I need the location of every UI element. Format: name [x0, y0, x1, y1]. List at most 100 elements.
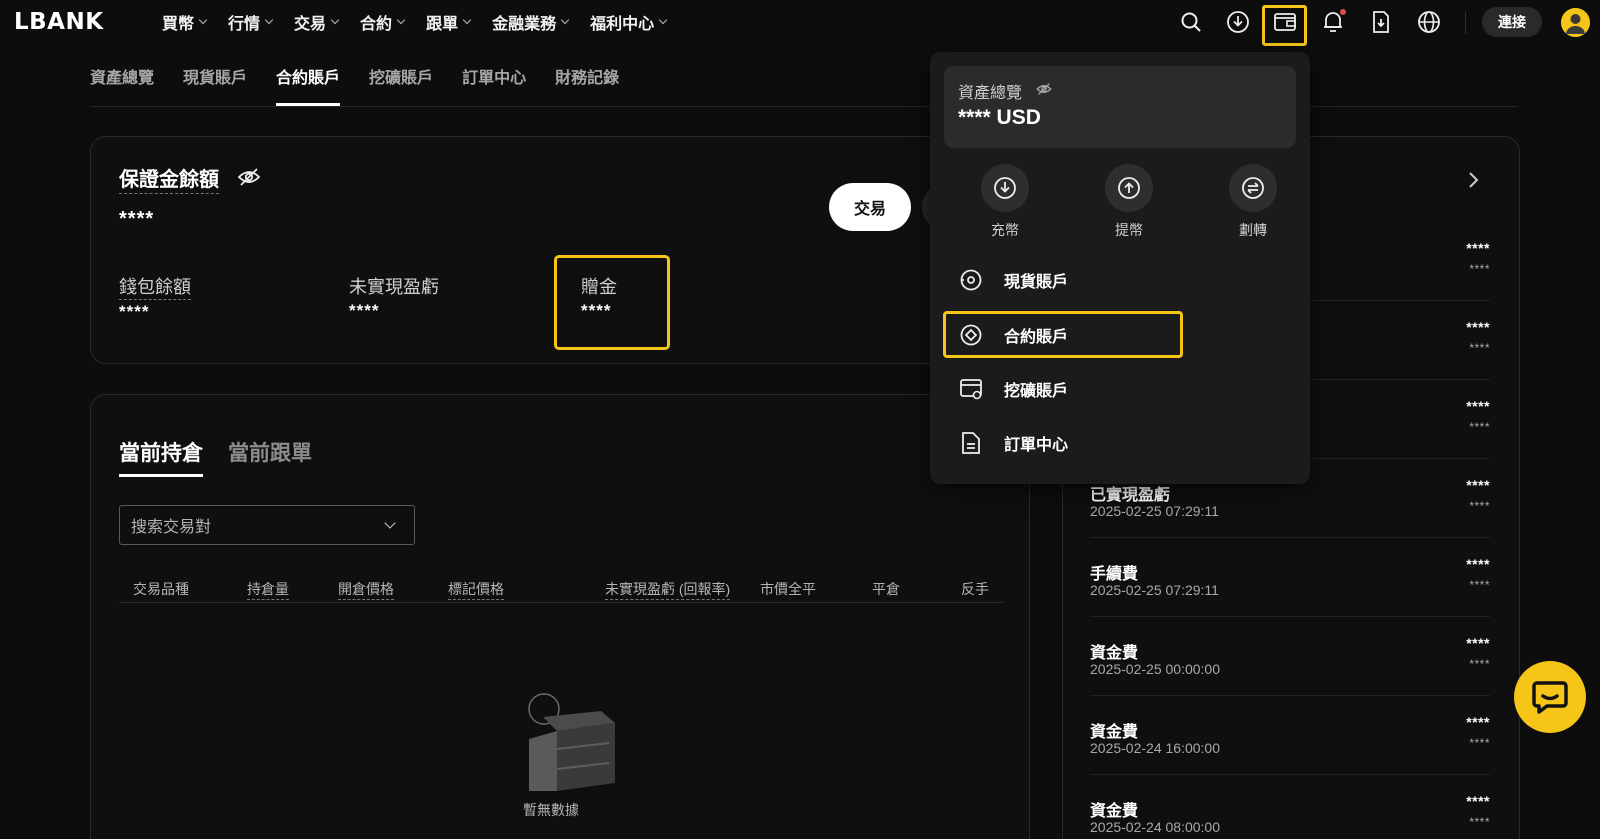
top-navbar: LBANK 買幣 行情 交易 合約 跟單 金融業務 福利中心 連接	[0, 0, 1600, 46]
trade-button[interactable]: 交易	[829, 183, 911, 231]
record-asset: ****	[1469, 657, 1490, 671]
nav-item-finance[interactable]: 金融業務	[492, 10, 570, 34]
tab-order-center[interactable]: 訂單中心	[462, 64, 526, 106]
col-close: 平倉	[872, 581, 900, 597]
transfer-icon	[1229, 164, 1277, 212]
record-time: 2025-02-25 00:00:00	[1090, 661, 1220, 677]
notification-dot	[1340, 9, 1346, 15]
record-asset: ****	[1469, 578, 1490, 592]
record-asset: ****	[1469, 736, 1490, 750]
unrealized-pnl-value: ****	[349, 301, 380, 320]
record-amount: ****	[1466, 319, 1490, 335]
nav-item-futures[interactable]: 合約	[360, 10, 406, 34]
transfer-action[interactable]: 劃轉	[1213, 164, 1293, 240]
eye-off-icon[interactable]	[237, 167, 261, 192]
search-pair-placeholder: 搜索交易對	[131, 519, 212, 536]
deposit-label: 充幣	[991, 222, 1019, 238]
col-unrealized-pnl[interactable]: 未實現盈虧 (回報率)	[605, 579, 731, 600]
doc-download-icon[interactable]	[1366, 7, 1396, 37]
record-type: 已實現盈虧	[1090, 487, 1171, 504]
search-icon[interactable]	[1176, 7, 1206, 37]
support-chat-button[interactable]	[1514, 661, 1586, 733]
record-time: 2025-02-25 07:29:11	[1090, 582, 1219, 598]
chat-icon	[1532, 681, 1568, 714]
margin-balance-card: 保證金餘額 **** 錢包餘額 **** 未實現盈虧 **** 贈金 ****	[90, 136, 990, 364]
nav-divider	[1465, 12, 1466, 34]
empty-box-icon	[509, 691, 619, 800]
tab-spot-account[interactable]: 現貨賬戶	[183, 64, 247, 106]
record-amount: ****	[1466, 556, 1490, 572]
chevron-down-icon	[658, 15, 668, 25]
tab-current-positions[interactable]: 當前持倉	[119, 437, 203, 477]
record-asset: ****	[1469, 341, 1490, 355]
record-asset: ****	[1469, 420, 1490, 434]
deposit-action[interactable]: 充幣	[965, 164, 1045, 240]
col-mark-price[interactable]: 標記價格	[448, 579, 504, 600]
record-type: 資金費	[1090, 645, 1139, 662]
withdraw-icon	[1105, 164, 1153, 212]
col-position-size[interactable]: 持倉量	[247, 579, 289, 600]
chevron-down-icon	[330, 15, 340, 25]
record-asset: ****	[1469, 262, 1490, 276]
lbank-logo[interactable]: LBANK	[14, 9, 104, 35]
tab-asset-overview[interactable]: 資產總覽	[90, 64, 154, 106]
wallet-balance-value: ****	[119, 302, 150, 321]
connect-button[interactable]: 連接	[1482, 7, 1542, 37]
spot-account-icon	[958, 267, 984, 293]
nav-item-markets[interactable]: 行情	[228, 10, 274, 34]
wallet-highlight-box	[1262, 5, 1307, 46]
tab-futures-account[interactable]: 合約賬戶	[276, 64, 341, 106]
spot-account-label: 現貨賬戶	[1004, 274, 1069, 291]
nav-item-copy-trading[interactable]: 跟單	[426, 10, 472, 34]
wallet-balance-label[interactable]: 錢包餘額	[119, 273, 191, 300]
col-entry-price[interactable]: 開倉價格	[338, 579, 394, 600]
record-type: 資金費	[1090, 724, 1139, 741]
col-market-close-all: 市價全平	[760, 581, 816, 597]
record-row: 資金費 2025-02-24 08:00:00 **** ****	[1090, 775, 1490, 839]
record-asset: ****	[1469, 815, 1490, 829]
record-asset: ****	[1469, 499, 1490, 513]
menu-item-mining-account[interactable]: 挖礦賬戶	[958, 371, 1258, 407]
withdraw-label: 提幣	[1115, 222, 1143, 238]
wallet-balance-metric: 錢包餘額 ****	[119, 273, 191, 322]
col-symbol: 交易品種	[133, 581, 189, 597]
account-tabs: 資產總覽 現貨賬戶 合約賬戶 挖礦賬戶 訂單中心 財務記錄	[90, 64, 648, 106]
record-amount: ****	[1466, 477, 1490, 493]
search-pair-select[interactable]: 搜索交易對	[119, 505, 415, 545]
asset-overview-panel[interactable]: 資產總覽 **** USD	[944, 66, 1296, 148]
record-row: 手續費 2025-02-25 07:29:11 **** ****	[1090, 538, 1490, 617]
tab-mining-account[interactable]: 挖礦賬戶	[369, 64, 433, 106]
asset-overview-value: **** USD	[958, 106, 1041, 129]
nav-item-buy-crypto[interactable]: 買幣	[162, 10, 208, 34]
margin-balance-value: ****	[119, 208, 155, 230]
chevron-right-icon[interactable]	[1466, 170, 1480, 195]
asset-overview-title: 資產總覽	[958, 85, 1023, 102]
record-type: 手續費	[1090, 566, 1139, 583]
avatar[interactable]	[1561, 8, 1590, 37]
record-amount: ****	[1466, 635, 1490, 651]
bell-icon[interactable]	[1318, 7, 1348, 37]
eye-off-icon[interactable]	[1036, 82, 1052, 101]
main-menu: 買幣 行情 交易 合約 跟單 金融業務 福利中心	[162, 0, 688, 44]
record-amount: ****	[1466, 793, 1490, 809]
tab-financial-records[interactable]: 財務記錄	[555, 64, 619, 106]
menu-item-order-center[interactable]: 訂單中心	[958, 425, 1258, 461]
record-row: 資金費 2025-02-25 00:00:00 **** ****	[1090, 617, 1490, 696]
transfer-label: 劃轉	[1239, 222, 1267, 238]
nav-item-trade[interactable]: 交易	[294, 10, 340, 34]
globe-icon[interactable]	[1414, 7, 1444, 37]
download-icon[interactable]	[1223, 7, 1253, 37]
menu-item-spot-account[interactable]: 現貨賬戶	[958, 262, 1258, 298]
chevron-down-icon	[384, 517, 396, 529]
margin-balance-title[interactable]: 保證金餘額	[119, 163, 219, 194]
order-center-icon	[958, 430, 984, 456]
record-time: 2025-02-25 07:29:11	[1090, 503, 1219, 519]
col-reverse: 反手	[961, 581, 989, 597]
nav-item-rewards[interactable]: 福利中心	[590, 10, 668, 34]
unrealized-pnl-metric: 未實現盈虧 ****	[349, 273, 439, 321]
record-type: 資金費	[1090, 803, 1139, 820]
tab-current-copy-trades[interactable]: 當前跟單	[228, 437, 312, 477]
record-row: 資金費 2025-02-24 16:00:00 **** ****	[1090, 696, 1490, 775]
withdraw-action[interactable]: 提幣	[1089, 164, 1169, 240]
unrealized-pnl-label: 未實現盈虧	[349, 277, 439, 297]
